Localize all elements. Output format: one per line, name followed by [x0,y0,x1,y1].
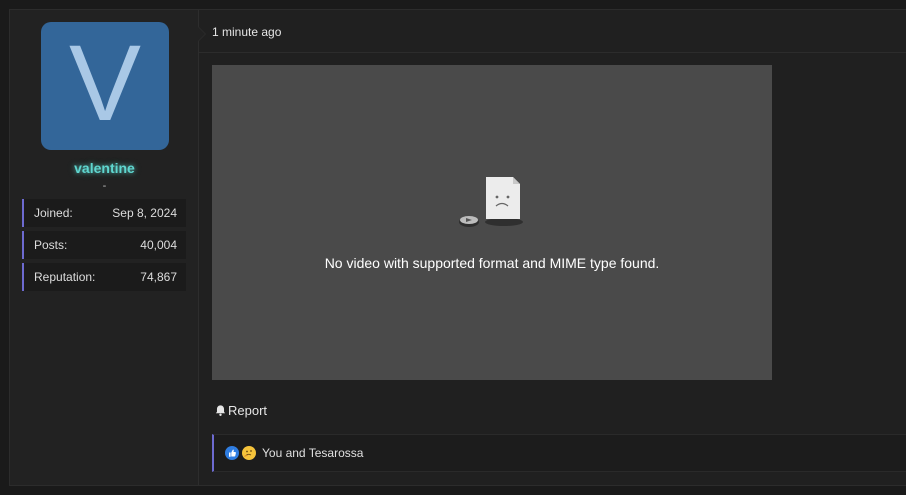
report-label: Report [228,403,268,418]
thinking-face-icon[interactable] [242,446,256,460]
report-button[interactable]: Report [214,403,267,418]
avatar[interactable]: V [41,22,169,150]
video-error-message: No video with supported format and MIME … [324,255,660,271]
message-panel: 1 minute ago No video with supported for… [198,10,906,485]
post-timestamp[interactable]: 1 minute ago [212,25,281,39]
user-title: - [102,180,107,192]
like-icon[interactable] [225,446,239,460]
user-stats: Joined: Sep 8, 2024 Posts: 40,004 Reputa… [22,199,186,295]
stat-joined: Joined: Sep 8, 2024 [22,199,186,227]
username[interactable]: valentine [10,160,199,176]
reactions-text[interactable]: You and Tesarossa [262,446,363,460]
stat-value: Sep 8, 2024 [112,206,177,220]
post-container: V valentine - Joined: Sep 8, 2024 Posts:… [9,9,906,486]
sad-file-icon [459,177,523,227]
reactions-bar[interactable]: You and Tesarossa [212,434,906,472]
message-header: 1 minute ago [199,10,906,53]
stat-label: Joined: [34,206,73,220]
stat-reputation: Reputation: 74,867 [22,263,186,291]
user-info-panel: V valentine - Joined: Sep 8, 2024 Posts:… [10,10,199,485]
bell-icon [215,405,226,416]
avatar-letter: V [68,22,142,143]
stat-value: 74,867 [140,270,177,284]
stat-label: Posts: [34,238,68,252]
stat-value: 40,004 [140,238,177,252]
video-player[interactable]: No video with supported format and MIME … [212,65,772,380]
stat-label: Reputation: [34,270,96,284]
stat-posts: Posts: 40,004 [22,231,186,259]
